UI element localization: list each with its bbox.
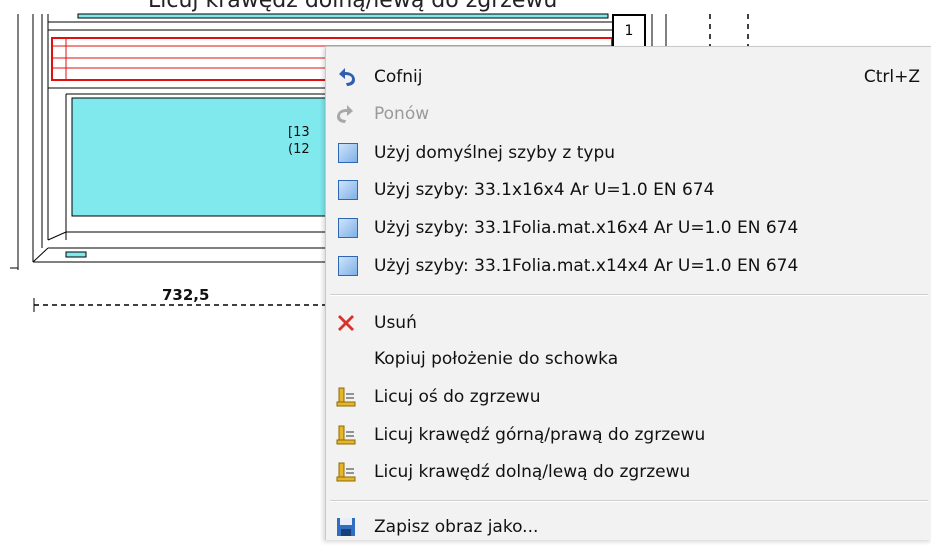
- menu-item-default-glass[interactable]: Użyj domyślnej szyby z typu: [326, 134, 931, 172]
- glass-icon: [338, 256, 358, 276]
- redo-icon: [337, 105, 353, 123]
- glass-label-line2: (12: [288, 142, 310, 157]
- undo-icon: [339, 68, 355, 86]
- menu-item-save-image[interactable]: Zapisz obraz jako...: [326, 508, 931, 546]
- menu-item-delete[interactable]: Usuń: [326, 304, 931, 342]
- menu-separator: [330, 500, 928, 502]
- menu-item-copy-position[interactable]: Kopiuj położenie do schowka: [326, 340, 931, 378]
- align-icon: [336, 462, 356, 482]
- menu-item-glass-option-1[interactable]: Użyj szyby: 33.1x16x4 Ar U=1.0 EN 674: [326, 171, 931, 209]
- menu-item-align-top-right[interactable]: Licuj krawędź górną/prawą do zgrzewu: [326, 416, 931, 454]
- menu-item-glass-option-2[interactable]: Użyj szyby: 33.1Folia.mat.x16x4 Ar U=1.0…: [326, 209, 931, 247]
- glass-icon: [338, 218, 358, 238]
- save-icon: [337, 518, 355, 536]
- drawing-canvas[interactable]: Licuj krawędź dolną/lewą do zgrzewu 1 [1…: [0, 0, 931, 540]
- glass-icon: [338, 143, 358, 163]
- menu-item-glass-option-3[interactable]: Użyj szyby: 33.1Folia.mat.x14x4 Ar U=1.0…: [326, 247, 931, 285]
- align-icon: [336, 387, 356, 407]
- glass-icon: [338, 180, 358, 200]
- menu-separator: [330, 294, 928, 296]
- undo-shortcut: Ctrl+Z: [863, 67, 920, 87]
- menu-item-align-bottom-left[interactable]: Licuj krawędź dolną/lewą do zgrzewu: [326, 453, 931, 491]
- delete-icon: [338, 315, 354, 331]
- width-dimension: 732,5: [162, 286, 210, 304]
- align-icon: [336, 425, 356, 445]
- menu-item-align-axis[interactable]: Licuj oś do zgrzewu: [326, 378, 931, 416]
- menu-item-redo[interactable]: Ponów: [326, 95, 931, 133]
- glass-label-line1: [13: [288, 125, 310, 140]
- menu-item-undo[interactable]: Cofnij Ctrl+Z: [326, 58, 931, 96]
- mullion-number-marker[interactable]: 1: [612, 14, 646, 48]
- context-menu: Cofnij Ctrl+Z Ponów Użyj domyślnej szyby…: [325, 46, 931, 540]
